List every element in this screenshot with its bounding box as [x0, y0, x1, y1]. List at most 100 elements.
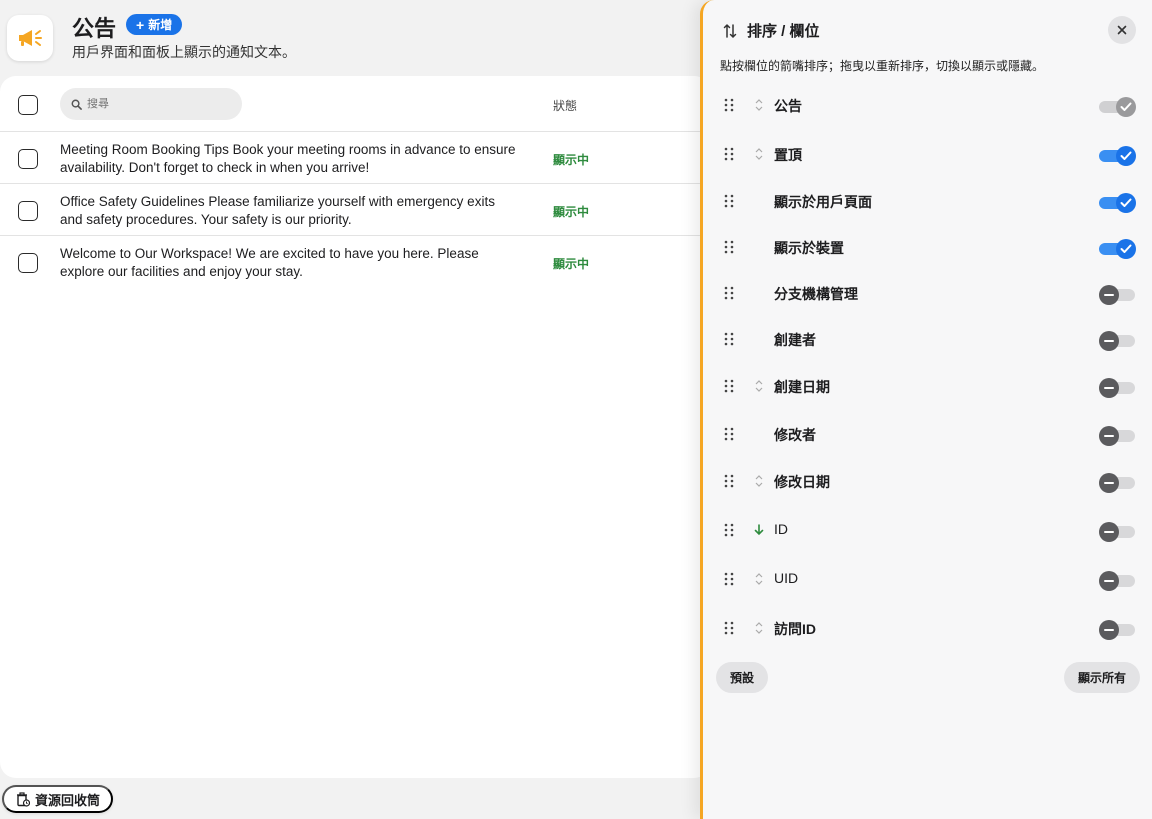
recycle-bin-label: 資源回收筒: [35, 792, 101, 808]
drag-handle-icon[interactable]: [724, 379, 734, 393]
drag-handle-icon[interactable]: [724, 474, 734, 488]
visibility-toggle[interactable]: [1099, 192, 1137, 214]
sort-columns-panel: 排序 / 欄位 點按欄位的箭嘴排序；拖曳以重新排序，切換以顯示或隱藏。 公告置頂…: [700, 0, 1152, 819]
sort-toggle-icon[interactable]: [753, 97, 765, 113]
minus-icon: [1104, 294, 1114, 296]
announcement-text: Welcome to Our Workspace! We are excited…: [60, 246, 479, 279]
add-announcement-button[interactable]: + 新增: [126, 14, 183, 35]
recycle-bin-button[interactable]: 資源回收筒: [2, 785, 114, 813]
visibility-toggle[interactable]: [1099, 145, 1137, 167]
search-icon: [71, 99, 82, 110]
panel-title: 排序 / 欄位: [747, 23, 820, 40]
field-row[interactable]: 分支機構管理: [703, 273, 1152, 313]
sort-arrows-icon: [723, 23, 737, 38]
field-label: 訪問ID: [774, 621, 816, 637]
close-panel-button[interactable]: [1108, 16, 1136, 44]
panel-description: 點按欄位的箭嘴排序；拖曳以重新排序，切換以顯示或隱藏。: [720, 59, 1045, 73]
minus-icon: [1104, 482, 1114, 484]
field-row[interactable]: 修改日期: [703, 461, 1152, 501]
field-row[interactable]: 置頂: [703, 134, 1152, 174]
reset-default-button[interactable]: 預設: [716, 662, 769, 693]
drag-handle-icon[interactable]: [724, 572, 734, 586]
search-box[interactable]: [60, 88, 242, 120]
field-label: ID: [774, 521, 788, 537]
visibility-toggle[interactable]: [1099, 570, 1137, 592]
drag-handle-icon[interactable]: [724, 332, 734, 346]
sort-toggle-icon[interactable]: [753, 620, 765, 636]
status-badge: 顯示中: [553, 257, 590, 271]
visibility-toggle[interactable]: [1099, 330, 1137, 352]
field-row[interactable]: UID: [703, 559, 1152, 599]
check-icon: [1120, 198, 1132, 207]
table-header: 狀態: [0, 76, 710, 132]
drag-handle-icon[interactable]: [724, 427, 734, 441]
visibility-toggle[interactable]: [1099, 425, 1137, 447]
close-icon: [1117, 25, 1127, 35]
table-row[interactable]: Office Safety Guidelines Please familiar…: [0, 184, 710, 236]
field-row[interactable]: 訪問ID: [703, 608, 1152, 648]
visibility-toggle[interactable]: [1099, 619, 1137, 641]
app-icon: [7, 15, 53, 61]
table-row[interactable]: Welcome to Our Workspace! We are excited…: [0, 236, 710, 288]
row-checkbox[interactable]: [18, 149, 38, 169]
show-all-button[interactable]: 顯示所有: [1064, 662, 1141, 693]
minus-icon: [1104, 629, 1114, 631]
minus-icon: [1104, 340, 1114, 342]
check-icon: [1120, 244, 1132, 253]
field-label: UID: [774, 570, 799, 586]
visibility-toggle[interactable]: [1099, 521, 1137, 543]
visibility-toggle: [1099, 96, 1137, 118]
select-all-checkbox[interactable]: [18, 95, 38, 115]
field-label: 創建日期: [774, 379, 830, 395]
sort-toggle-icon[interactable]: [753, 571, 765, 587]
field-row[interactable]: ID: [703, 510, 1152, 550]
visibility-toggle[interactable]: [1099, 284, 1137, 306]
search-input[interactable]: [87, 98, 227, 110]
page-subtitle: 用戶界面和面板上顯示的通知文本。: [72, 44, 296, 60]
drag-handle-icon[interactable]: [724, 240, 734, 254]
page-title: 公告: [72, 16, 117, 41]
sort-descending-icon[interactable]: [753, 522, 765, 538]
sort-toggle-icon[interactable]: [753, 473, 765, 489]
check-icon: [1120, 151, 1132, 160]
visibility-toggle[interactable]: [1099, 238, 1137, 260]
sort-toggle-icon[interactable]: [753, 146, 765, 162]
drag-handle-icon[interactable]: [724, 286, 734, 300]
field-row[interactable]: 創建者: [703, 319, 1152, 359]
megaphone-icon: [19, 30, 42, 46]
row-checkbox[interactable]: [18, 201, 38, 221]
visibility-toggle[interactable]: [1099, 377, 1137, 399]
drag-handle-icon[interactable]: [724, 523, 734, 537]
minus-icon: [1104, 435, 1114, 437]
minus-icon: [1104, 580, 1114, 582]
drag-handle-icon[interactable]: [724, 621, 734, 635]
field-row[interactable]: 顯示於用戶頁面: [703, 181, 1152, 221]
drag-handle-icon[interactable]: [724, 98, 734, 112]
drag-handle-icon[interactable]: [724, 147, 734, 161]
status-column-header[interactable]: 狀態: [553, 97, 577, 114]
status-badge: 顯示中: [553, 205, 590, 219]
announcement-text: Office Safety Guidelines Please familiar…: [60, 194, 495, 227]
announcement-table: 狀態 Meeting Room Booking Tips Book your m…: [0, 76, 710, 778]
announcement-text: Meeting Room Booking Tips Book your meet…: [60, 142, 516, 175]
field-label: 公告: [774, 98, 802, 114]
field-row[interactable]: 創建日期: [703, 366, 1152, 406]
field-row[interactable]: 顯示於裝置: [703, 227, 1152, 267]
panel-header: 排序 / 欄位: [723, 20, 820, 41]
status-badge: 顯示中: [553, 153, 590, 167]
field-label: 顯示於用戶頁面: [774, 194, 872, 210]
visibility-toggle[interactable]: [1099, 472, 1137, 494]
sort-toggle-icon[interactable]: [753, 378, 765, 394]
field-row[interactable]: 公告: [703, 85, 1152, 125]
field-label: 置頂: [774, 147, 802, 163]
field-label: 修改者: [774, 427, 816, 443]
field-label: 修改日期: [774, 474, 830, 490]
field-row[interactable]: 修改者: [703, 414, 1152, 454]
field-label: 創建者: [774, 332, 816, 348]
table-row[interactable]: Meeting Room Booking Tips Book your meet…: [0, 132, 710, 184]
row-checkbox[interactable]: [18, 253, 38, 273]
drag-handle-icon[interactable]: [724, 194, 734, 208]
field-label: 分支機構管理: [774, 286, 858, 302]
minus-icon: [1104, 387, 1114, 389]
plus-icon: +: [136, 16, 145, 33]
